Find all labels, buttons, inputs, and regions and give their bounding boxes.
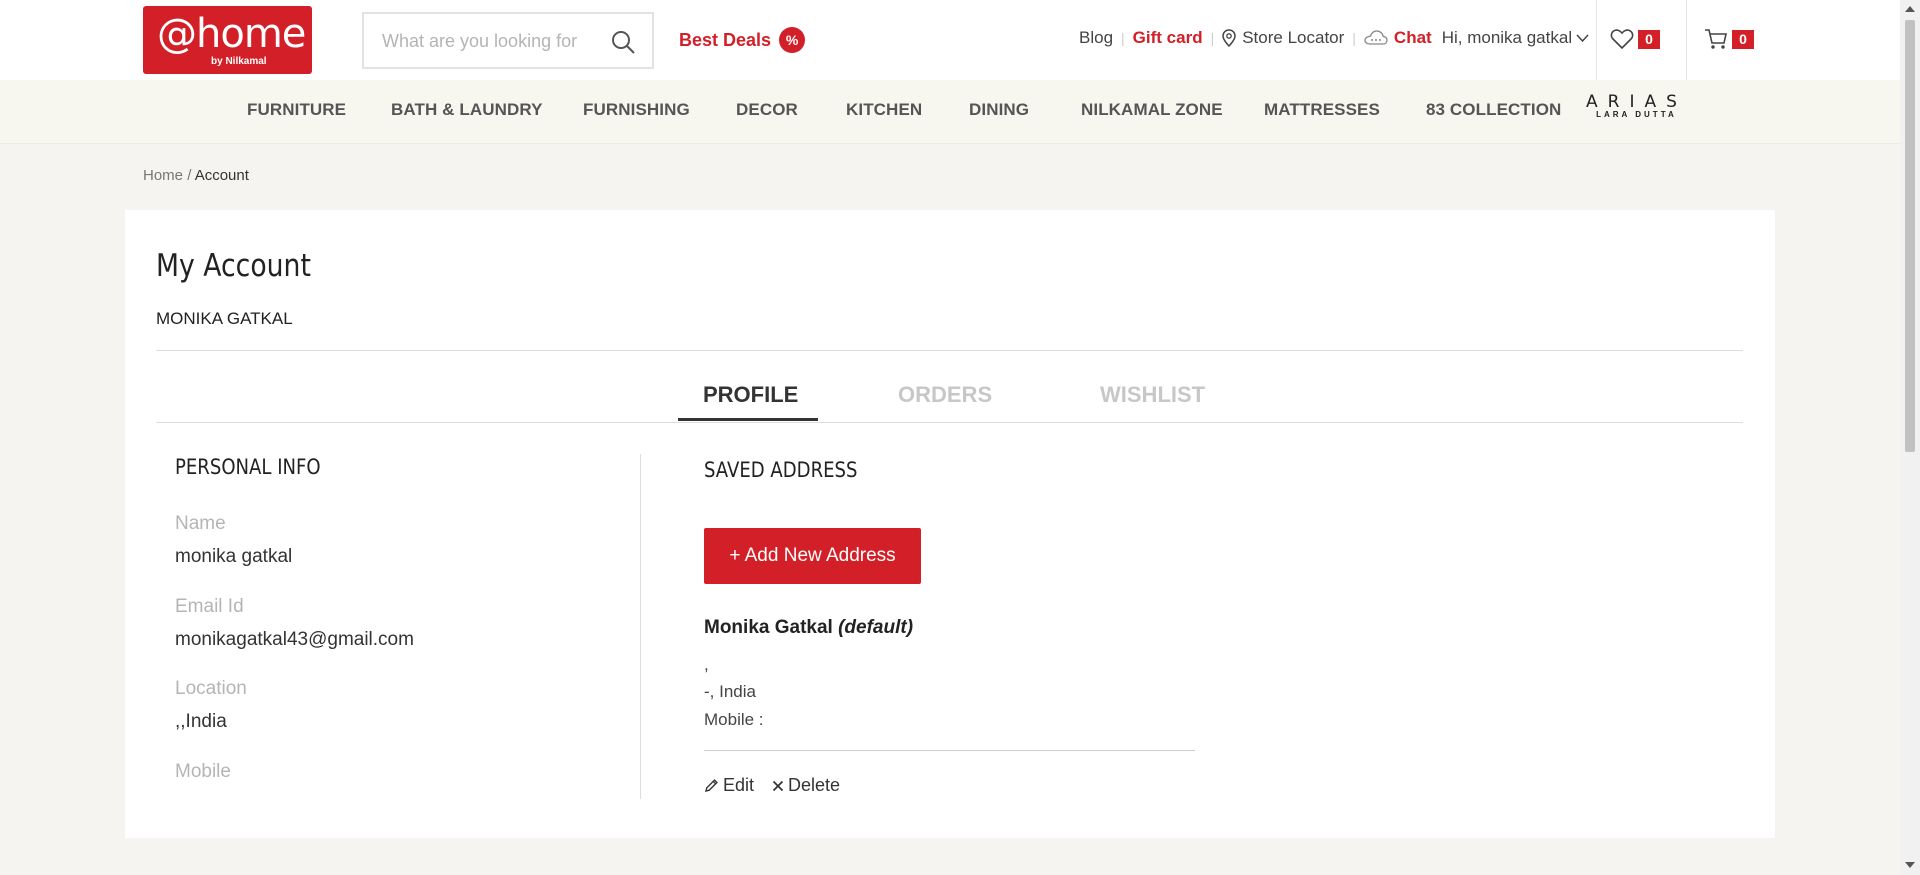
best-deals-link[interactable]: Best Deals %: [679, 26, 806, 54]
chat-cloud-icon: [1364, 30, 1388, 45]
logo-text: @home: [157, 11, 306, 57]
personal-info-title: PERSONAL INFO: [175, 455, 321, 479]
store-locator-link[interactable]: Store Locator: [1242, 28, 1344, 48]
nav-item-furnishing[interactable]: FURNISHING: [583, 100, 690, 120]
cart-count-badge: 0: [1732, 29, 1754, 49]
tab-orders[interactable]: ORDERS: [898, 382, 992, 408]
search-icon[interactable]: [610, 29, 636, 55]
link-separator: |: [1210, 30, 1215, 46]
email-label: Email Id: [175, 596, 244, 617]
nav-item-kitchen[interactable]: KITCHEN: [846, 100, 922, 120]
scroll-up-arrow-icon[interactable]: [1905, 6, 1915, 12]
cart-icon: [1705, 29, 1727, 49]
location-value: ,,India: [175, 711, 227, 732]
best-deals-label: Best Deals: [679, 29, 772, 50]
brand-logo[interactable]: @home by Nilkamal: [143, 6, 312, 74]
address-mobile: Mobile :: [704, 710, 764, 729]
column-divider: [640, 454, 641, 799]
search-input[interactable]: [382, 28, 592, 54]
email-value: monikagatkal43@gmail.com: [175, 629, 414, 650]
heart-icon: [1610, 29, 1634, 50]
saved-address-title: SAVED ADDRESS: [704, 458, 858, 482]
chat-link[interactable]: Chat: [1394, 28, 1432, 48]
nav-item-dining[interactable]: DINING: [969, 100, 1029, 120]
tab-wishlist[interactable]: WISHLIST: [1100, 382, 1205, 408]
nav-item-83-collection[interactable]: 83 COLLECTION: [1426, 100, 1561, 120]
location-pin-icon: [1222, 29, 1236, 47]
arias-brand-logo[interactable]: ARIAS LARA DUTTA: [1586, 92, 1687, 119]
breadcrumb-current: Account: [194, 167, 249, 184]
nav-item-mattresses[interactable]: MATTRESSES: [1264, 100, 1380, 120]
user-menu[interactable]: Hi, monika gatkal: [1442, 28, 1589, 48]
name-label: Name: [175, 513, 226, 534]
account-user-name: MONIKA GATKAL: [156, 309, 293, 328]
arias-logo-subtext: LARA DUTTA: [1596, 110, 1677, 119]
discount-badge-icon: %: [779, 27, 806, 53]
mobile-label: Mobile: [175, 761, 231, 782]
blog-link[interactable]: Blog: [1079, 28, 1113, 48]
site-header: @home by Nilkamal Best Deals % Blog | Gi…: [0, 0, 1900, 80]
location-label: Location: [175, 678, 247, 699]
address-holder-name: Monika Gatkal: [704, 617, 833, 638]
header-divider: [1596, 0, 1597, 80]
arias-logo-text: ARIAS: [1586, 92, 1687, 112]
cart-button[interactable]: 0: [1704, 28, 1754, 50]
active-tab-indicator: [678, 418, 818, 421]
wishlist-count-badge: 0: [1638, 29, 1660, 49]
divider: [156, 422, 1743, 423]
chevron-down-icon: [1576, 34, 1589, 42]
address-line-2: -, India: [704, 682, 756, 701]
account-tabs: PROFILE ORDERS WISHLIST: [125, 351, 1775, 422]
close-icon: [772, 780, 784, 791]
wishlist-button[interactable]: 0: [1610, 28, 1660, 50]
page-title: My Account: [156, 248, 311, 284]
account-card: My Account MONIKA GATKAL PROFILE ORDERS …: [125, 210, 1775, 838]
scrollbar-thumb[interactable]: [1905, 20, 1915, 452]
delete-address-button[interactable]: Delete: [772, 775, 840, 796]
gift-card-link[interactable]: Gift card: [1133, 28, 1203, 48]
main-nav: FURNITURE BATH & LAUNDRY FURNISHING DECO…: [0, 80, 1900, 144]
scroll-down-arrow-icon[interactable]: [1905, 862, 1915, 868]
link-separator: |: [1352, 30, 1356, 46]
nav-item-nilkamal-zone[interactable]: NILKAMAL ZONE: [1081, 100, 1223, 120]
edit-address-button[interactable]: Edit: [704, 775, 754, 796]
address-divider: [704, 750, 1195, 751]
breadcrumb-home[interactable]: Home: [143, 167, 183, 184]
breadcrumb-separator: /: [187, 167, 192, 184]
user-greeting: Hi, monika gatkal: [1441, 28, 1573, 47]
nav-item-bath-laundry[interactable]: BATH & LAUNDRY: [391, 100, 543, 120]
breadcrumb: Home / Account: [143, 167, 249, 184]
nav-item-decor[interactable]: DECOR: [736, 100, 798, 120]
link-separator: |: [1121, 30, 1125, 46]
name-value: monika gatkal: [175, 546, 293, 567]
logo-subtext: by Nilkamal: [211, 56, 267, 67]
pencil-icon: [705, 779, 718, 792]
add-new-address-button[interactable]: + Add New Address: [704, 528, 921, 584]
top-links: Blog | Gift card | Store Locator | Chat …: [1079, 26, 1589, 50]
edit-label: Edit: [723, 775, 755, 795]
tab-profile[interactable]: PROFILE: [703, 382, 798, 408]
address-name: Monika Gatkal (default): [704, 617, 913, 639]
header-divider: [1686, 0, 1687, 80]
address-line-1: ,: [704, 655, 709, 674]
page-scrollbar[interactable]: [1900, 0, 1920, 875]
personal-info-section: PERSONAL INFO: [175, 455, 600, 479]
default-address-tag: (default): [838, 617, 914, 638]
saved-address-section: SAVED ADDRESS: [704, 458, 1204, 482]
delete-label: Delete: [788, 775, 841, 795]
nav-item-furniture[interactable]: FURNITURE: [247, 100, 346, 120]
search-bar: [362, 12, 654, 69]
